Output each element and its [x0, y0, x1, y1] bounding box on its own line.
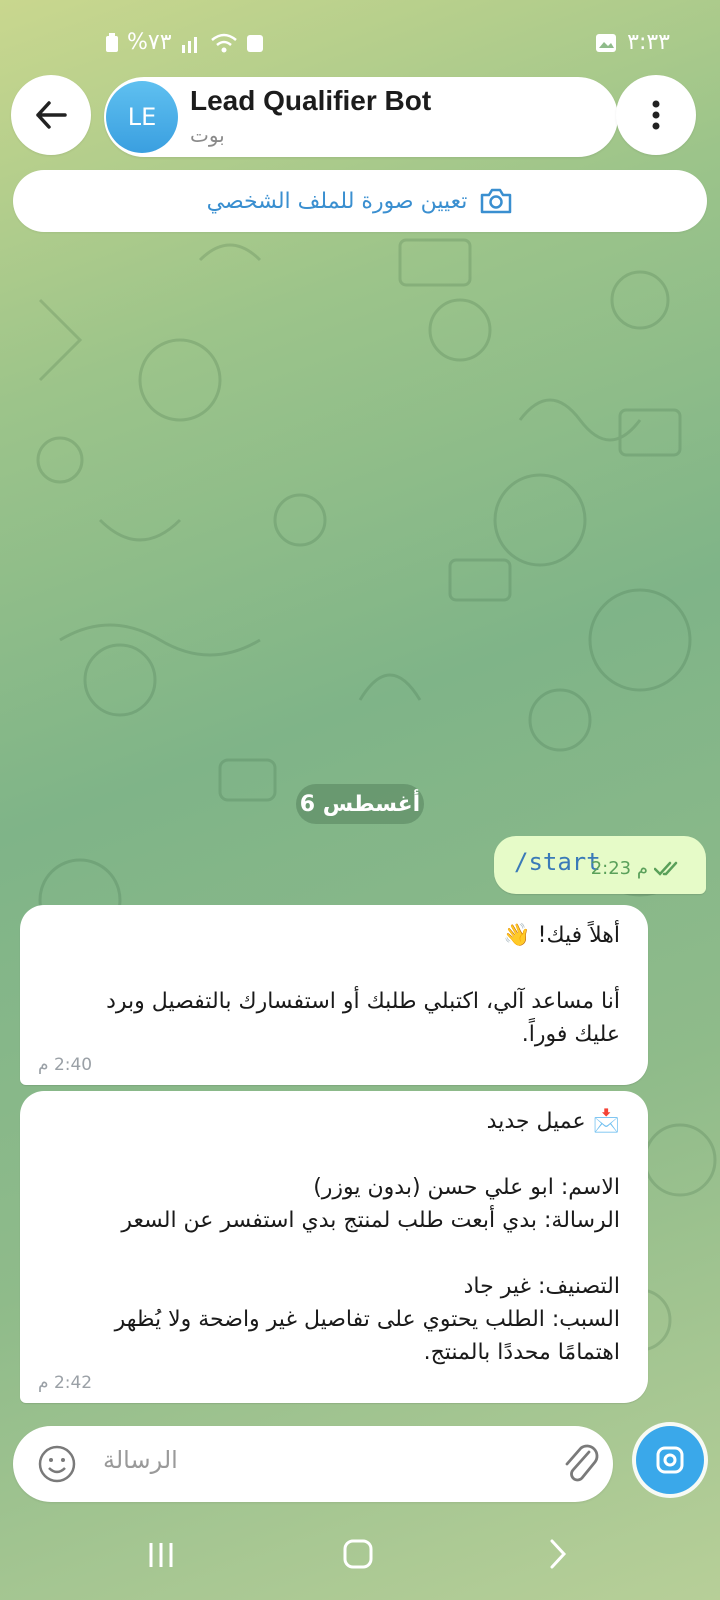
- more-vertical-icon: [652, 100, 660, 130]
- chat-subtitle: بوت: [190, 123, 225, 147]
- home-icon[interactable]: [342, 1538, 374, 1570]
- attach-icon[interactable]: [561, 1442, 601, 1486]
- signal-icon: [181, 36, 197, 53]
- message-time: 2:42 م: [38, 1373, 93, 1393]
- chat-header[interactable]: LE Lead Qualifier Bot بوت: [104, 77, 618, 157]
- avatar[interactable]: LE: [106, 81, 178, 153]
- battery-percent: %٧٣: [127, 30, 172, 55]
- date-separator: 6 أغسطس: [296, 784, 424, 824]
- status-bar: %٧٣ ٣:٣٣: [0, 0, 720, 80]
- message-text: /start: [514, 848, 601, 876]
- system-navigation-bar: [0, 1520, 720, 1600]
- message-meta: 2:23 م: [591, 858, 684, 879]
- message-text: أهلاً فيك! 👋 أنا مساعد آلي، اكتبلي طلبك …: [106, 923, 620, 1047]
- message-time: 2:40 م: [38, 1055, 93, 1075]
- message-composer[interactable]: الرسالة: [13, 1426, 613, 1502]
- chat-title: Lead Qualifier Bot: [190, 85, 432, 116]
- more-options-button[interactable]: [616, 75, 696, 155]
- message-text: 📩 عميل جديد الاسم: ابو علي حسن (بدون يوز…: [114, 1109, 620, 1365]
- wifi-icon: [210, 33, 237, 52]
- gallery-notification-icon: [596, 33, 617, 52]
- back-nav-icon[interactable]: [548, 1538, 568, 1570]
- data-saver-icon: [246, 34, 263, 52]
- set-profile-photo-button[interactable]: تعيين صورة للملف الشخصي: [13, 170, 707, 232]
- arrow-left-icon: [36, 101, 67, 129]
- message-time: 2:23 م: [590, 858, 648, 879]
- camera-icon: [481, 188, 512, 214]
- set-profile-photo-label: تعيين صورة للملف الشخصي: [206, 188, 468, 214]
- battery-icon: [106, 32, 118, 52]
- camera-record-icon: [656, 1446, 684, 1474]
- camera-button[interactable]: [636, 1426, 704, 1494]
- double-check-icon: [654, 861, 678, 876]
- back-button[interactable]: [11, 75, 91, 155]
- clock: ٣:٣٣: [627, 30, 670, 55]
- message-input[interactable]: الرسالة: [103, 1446, 178, 1474]
- recent-apps-icon[interactable]: [146, 1540, 176, 1570]
- status-left: %٧٣: [105, 30, 264, 55]
- incoming-message[interactable]: أهلاً فيك! 👋 أنا مساعد آلي، اكتبلي طلبك …: [20, 905, 648, 1085]
- outgoing-message[interactable]: /start 2:23 م: [494, 836, 706, 894]
- incoming-message[interactable]: 📩 عميل جديد الاسم: ابو علي حسن (بدون يوز…: [20, 1091, 648, 1403]
- emoji-icon[interactable]: [37, 1444, 77, 1484]
- status-right: ٣:٣٣: [595, 30, 670, 55]
